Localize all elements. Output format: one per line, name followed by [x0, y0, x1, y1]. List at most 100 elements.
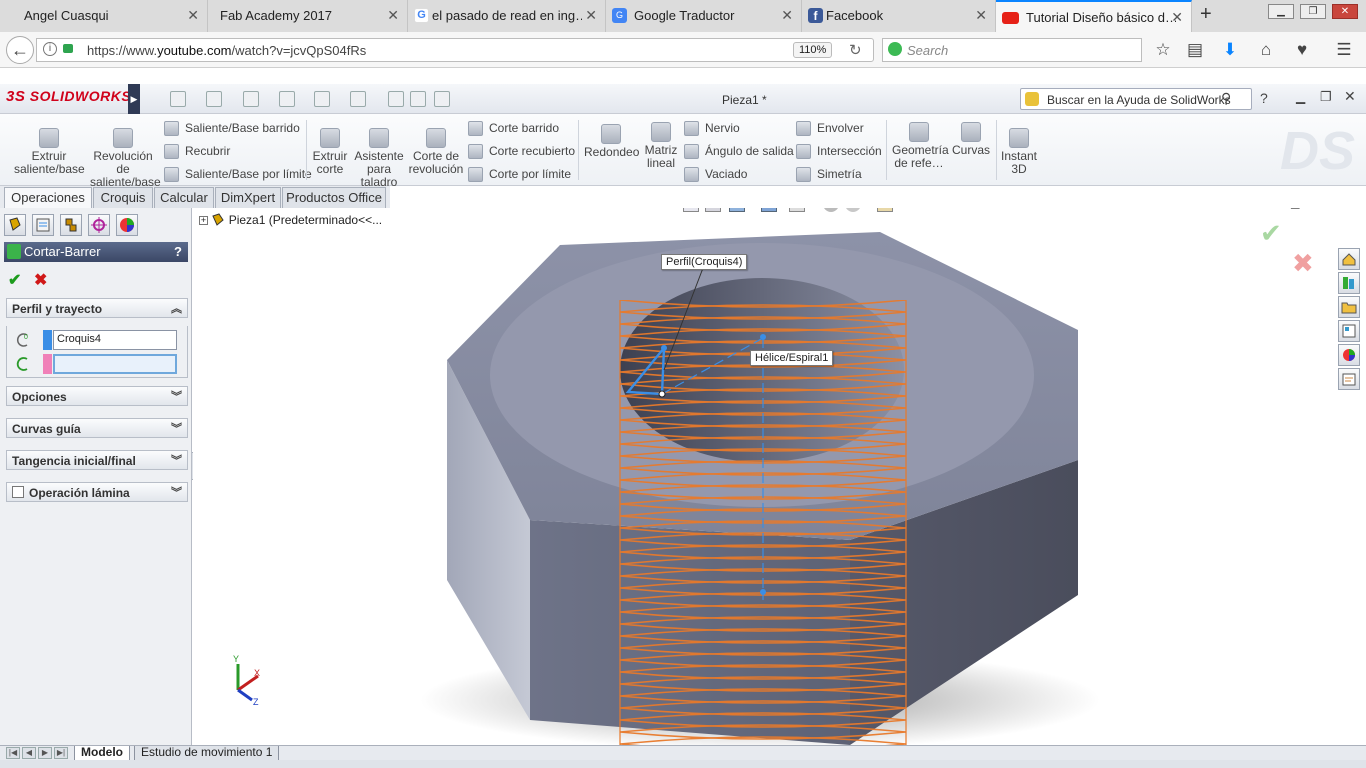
sw-minimize-icon[interactable]: ▁ [1296, 90, 1305, 104]
bookmark-star-icon[interactable]: ☆ [1153, 41, 1173, 61]
browser-tab-youtube[interactable]: Tutorial Diseño básico d… ✕ [996, 0, 1192, 32]
thin-feature-checkbox[interactable] [12, 486, 24, 498]
rib-button[interactable]: Nervio [684, 121, 740, 136]
help-button[interactable]: ? [174, 244, 182, 259]
revolve-cut-button[interactable]: Corte de revolución [408, 128, 464, 176]
sweep-boss-button[interactable]: Saliente/Base barrido [164, 121, 300, 136]
helix-callout[interactable]: Hélice/Espiral1 [750, 350, 834, 366]
previous-view-icon[interactable] [683, 208, 699, 212]
reload-icon[interactable]: ↻ [849, 41, 862, 59]
rebuild-icon[interactable] [388, 91, 404, 107]
browser-tab-google[interactable]: G el pasado de read en ing… ✕ [408, 0, 606, 32]
home-icon[interactable]: ⌂ [1256, 41, 1276, 61]
custom-properties-icon[interactable] [1338, 368, 1360, 390]
browser-tab-translate[interactable]: G Google Traductor ✕ [606, 0, 802, 32]
sw-close-icon[interactable]: ✕ [1344, 88, 1356, 105]
prev-tab-arrow-icon[interactable]: ◀ [22, 747, 36, 759]
graphics-area[interactable]: Y X Z + Pieza1 (Predeterminado<<... 🔍 🔍 … [193, 208, 1366, 745]
close-tab-icon[interactable]: ✕ [781, 7, 793, 24]
linear-pattern-button[interactable]: Matriz lineal [642, 122, 680, 170]
extrude-cut-button[interactable]: Extruir corte [310, 128, 350, 176]
zoom-to-fit-icon[interactable]: 🔍 [637, 208, 655, 212]
view-palette-icon[interactable] [1338, 320, 1360, 342]
zoom-to-area-icon[interactable]: 🔍 [659, 208, 677, 212]
close-tab-icon[interactable]: ✕ [975, 7, 987, 24]
property-manager-icon[interactable] [32, 214, 54, 236]
view-settings-icon[interactable] [877, 208, 893, 212]
section-thin-feature[interactable]: Operación lámina ︾ [6, 482, 188, 502]
shell-button[interactable]: Vaciado [684, 167, 747, 182]
configuration-manager-icon[interactable] [60, 214, 82, 236]
tab-croquis[interactable]: Croquis [93, 187, 153, 208]
close-window-button[interactable]: ✕ [1332, 4, 1358, 19]
feature-manager-icon[interactable] [4, 214, 26, 236]
section-view-icon[interactable] [705, 208, 721, 212]
section-profile-path[interactable]: Perfil y trayecto ︽ [6, 298, 188, 318]
hide-show-items-icon[interactable] [789, 208, 805, 212]
options-icon[interactable] [434, 91, 450, 107]
open-document-icon[interactable] [206, 91, 222, 107]
tab-motion-study[interactable]: Estudio de movimiento 1 [134, 746, 280, 761]
section-tangency[interactable]: Tangencia inicial/final ︾ [6, 450, 188, 470]
tab-productos-office[interactable]: Productos Office [282, 187, 386, 208]
print-icon[interactable] [279, 91, 295, 107]
last-tab-arrow-icon[interactable]: ▶| [54, 747, 68, 759]
tab-operaciones[interactable]: Operaciones [4, 187, 92, 208]
instant3d-button[interactable]: Instant 3D [1000, 128, 1038, 176]
help-search-input[interactable]: Buscar en la Ayuda de SolidWorks ⚲ [1020, 88, 1252, 110]
confirm-ok-icon[interactable]: ✔ [1260, 218, 1282, 249]
back-button[interactable]: ← [6, 36, 34, 64]
help-icon[interactable]: ? [1260, 90, 1268, 106]
browser-tab-fabacademy[interactable]: Fab Academy 2017 ✕ [208, 0, 408, 32]
sw-restore-icon[interactable]: ❐ [1320, 89, 1332, 105]
close-tab-icon[interactable]: ✕ [187, 7, 199, 24]
tab-calcular[interactable]: Calcular [154, 187, 214, 208]
hole-wizard-button[interactable]: Asistente para taladro [354, 128, 404, 189]
section-options[interactable]: Opciones ︾ [6, 386, 188, 406]
viewport-minimize-icon[interactable]: ▁ [1291, 208, 1299, 209]
url-bar[interactable]: i https://www.youtube.com/watch?v=jcvQpS… [36, 38, 874, 62]
close-tab-icon[interactable]: ✕ [1171, 9, 1183, 26]
close-tab-icon[interactable]: ✕ [387, 7, 399, 24]
profile-callout[interactable]: Perfil(Croquis4) [661, 254, 748, 270]
display-style-icon[interactable] [761, 208, 777, 212]
browser-tab-angel[interactable]: Angel Cuasqui ✕ [0, 0, 208, 32]
search-icon[interactable]: ⚲ [1221, 90, 1231, 107]
curves-button[interactable]: Curvas [950, 122, 992, 157]
new-tab-button[interactable]: + [1200, 3, 1212, 26]
loft-cut-button[interactable]: Corte recubierto [468, 144, 575, 159]
revolve-boss-button[interactable]: Revolución de saliente/base [90, 128, 161, 189]
url-text[interactable]: https://www.youtube.com/watch?v=jcvQpS04… [87, 43, 366, 58]
expand-down-icon[interactable]: ︾ [171, 420, 182, 436]
save-icon[interactable] [243, 91, 259, 107]
view-orientation-icon[interactable] [729, 208, 745, 212]
home-task-icon[interactable] [1338, 248, 1360, 270]
draft-button[interactable]: Ángulo de salida [684, 144, 794, 159]
next-tab-arrow-icon[interactable]: ▶ [38, 747, 52, 759]
loft-button[interactable]: Recubrir [164, 144, 230, 159]
minimize-window-button[interactable]: ▁ [1268, 4, 1294, 19]
pocket-icon[interactable]: ♥ [1292, 41, 1312, 61]
browser-tab-facebook[interactable]: f Facebook ✕ [802, 0, 996, 32]
zoom-level-badge[interactable]: 110% [793, 42, 833, 58]
solidworks-logo[interactable]: 3S SOLIDWORKS [6, 88, 131, 105]
display-manager-icon[interactable] [116, 214, 138, 236]
mirror-button[interactable]: Simetría [796, 167, 862, 182]
restore-window-button[interactable]: ❐ [1300, 4, 1326, 19]
file-properties-icon[interactable] [410, 91, 426, 107]
undo-icon[interactable] [314, 91, 330, 107]
boundary-cut-button[interactable]: Corte por límite [468, 167, 571, 182]
boundary-boss-button[interactable]: Saliente/Base por límite [164, 167, 312, 182]
nut-model-viewport[interactable] [193, 208, 1366, 745]
ok-check-icon[interactable]: ✔ [8, 270, 21, 290]
path-selection-box[interactable] [53, 354, 177, 374]
first-tab-arrow-icon[interactable]: |◀ [6, 747, 20, 759]
profile-selection-box[interactable]: Croquis4 [53, 330, 177, 350]
collapse-up-icon[interactable]: ︽ [171, 300, 182, 316]
file-explorer-icon[interactable] [1338, 296, 1360, 318]
expand-down-icon[interactable]: ︾ [171, 452, 182, 468]
expand-down-icon[interactable]: ︾ [171, 484, 182, 500]
expand-tree-icon[interactable]: + [199, 216, 208, 225]
solidworks-menu-arrow-icon[interactable]: ▶ [128, 84, 140, 114]
tab-dimxpert[interactable]: DimXpert [215, 187, 281, 208]
